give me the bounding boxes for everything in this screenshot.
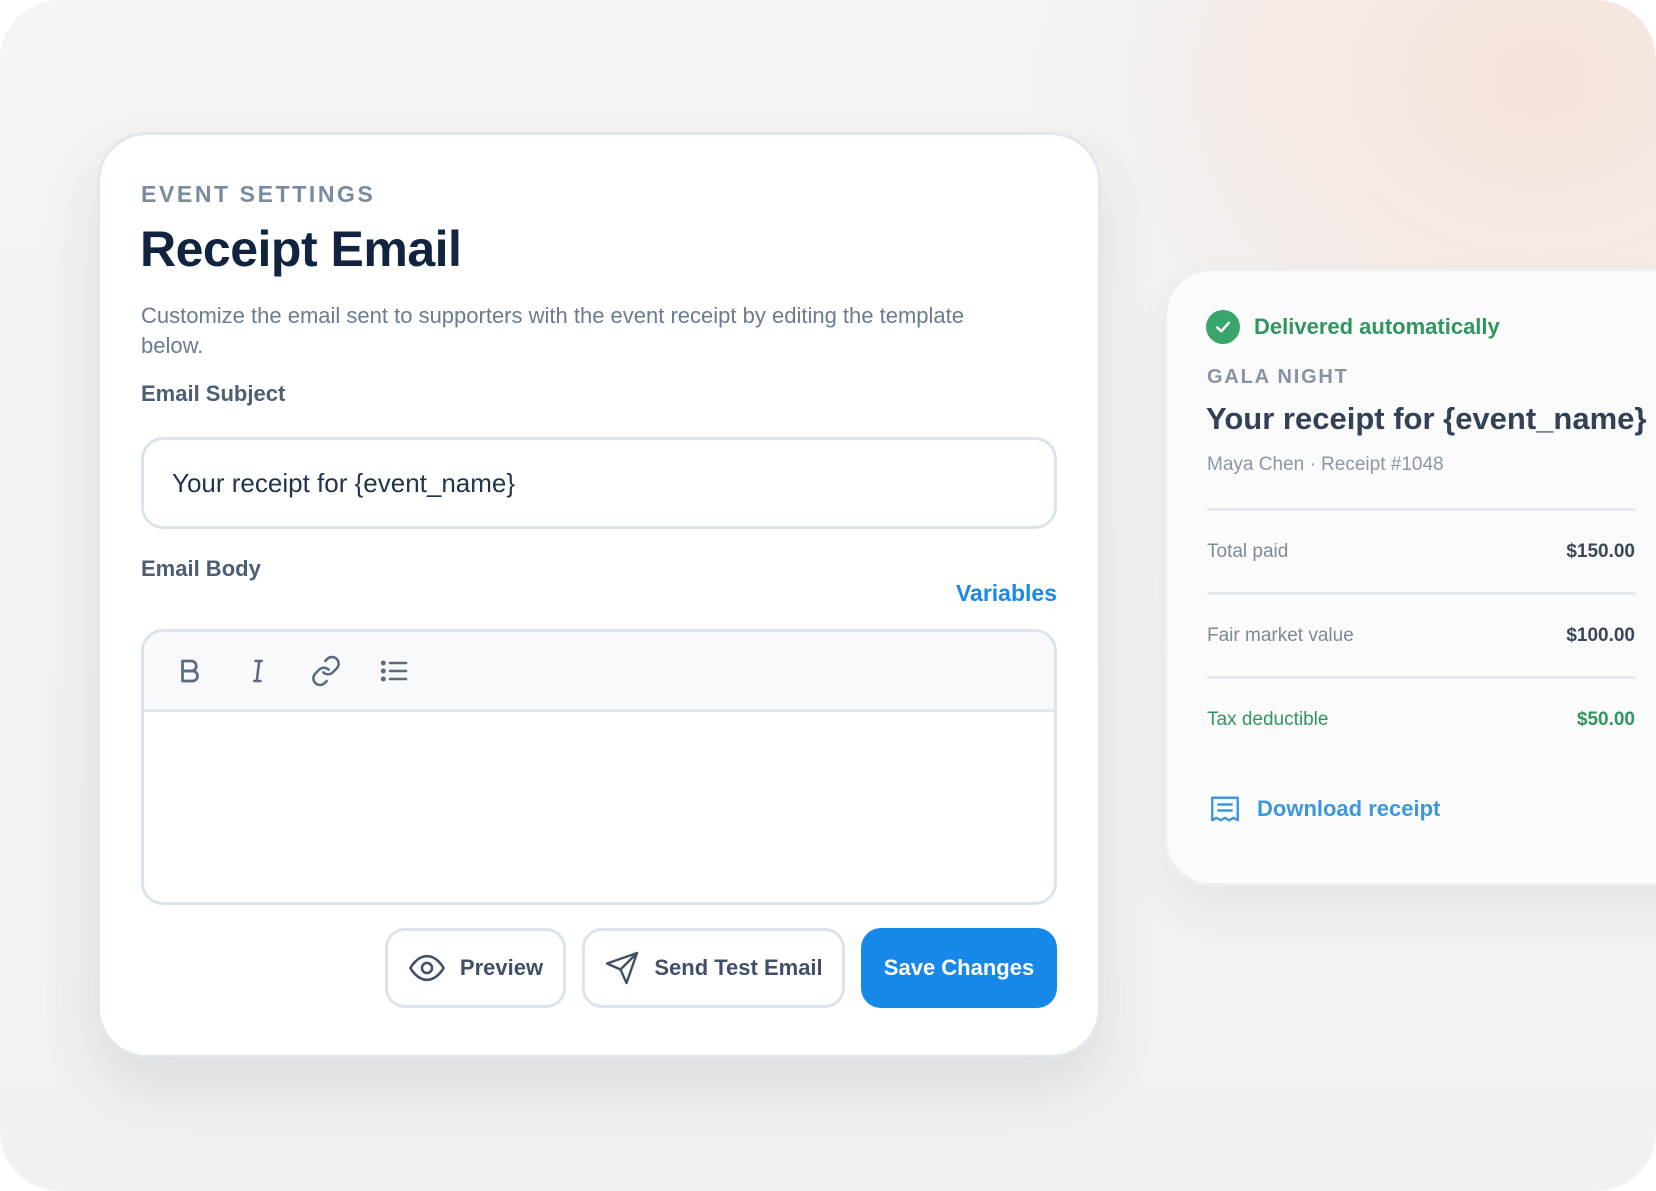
download-receipt-link[interactable]: Download receipt <box>1207 791 1440 827</box>
email-subject-label: Email Subject <box>141 381 286 406</box>
receipt-event-name: GALA NIGHT <box>1207 366 1349 388</box>
list-icon <box>380 660 408 681</box>
receipt-row-value: $150.00 <box>1566 540 1635 562</box>
background-canvas: EVENT SETTINGS Receipt Email Customize t… <box>0 0 1656 1191</box>
italic-icon <box>253 659 263 682</box>
email-body-textarea[interactable] <box>144 712 1054 902</box>
send-test-email-button[interactable]: Send Test Email <box>582 928 845 1008</box>
bold-icon <box>181 659 199 682</box>
receipt-row-label: Fair market value <box>1207 624 1354 646</box>
receipt-row-label: Total paid <box>1207 540 1289 562</box>
section-eyebrow: EVENT SETTINGS <box>141 181 376 207</box>
send-test-email-label: Send Test Email <box>654 955 823 980</box>
link-icon <box>312 655 340 686</box>
delivery-status: Delivered automatically <box>1206 310 1500 344</box>
list-button[interactable] <box>372 649 416 693</box>
delivery-status-text: Delivered automatically <box>1254 314 1500 339</box>
send-icon <box>606 951 639 985</box>
receipt-email-editor-card: EVENT SETTINGS Receipt Email Customize t… <box>97 132 1101 1058</box>
email-body-editor <box>141 629 1057 905</box>
link-button[interactable] <box>304 649 348 693</box>
page-description: Customize the email sent to supporters w… <box>141 303 964 358</box>
receipt-row-total-paid: Total paid $150.00 <box>1207 508 1635 592</box>
save-changes-button[interactable]: Save Changes <box>861 928 1057 1008</box>
italic-button[interactable] <box>236 649 280 693</box>
bold-button[interactable] <box>168 649 212 693</box>
receipt-row-fair-market-value: Fair market value $100.00 <box>1207 592 1635 676</box>
action-bar: Preview Send Test Email Save Changes <box>385 928 1057 1008</box>
page-title: Receipt Email <box>140 221 462 277</box>
variables-link[interactable]: Variables <box>956 580 1057 607</box>
receipt-meta: Maya Chen · Receipt #1048 <box>1207 454 1444 475</box>
receipt-row-value: $100.00 <box>1566 624 1635 646</box>
formatting-toolbar <box>144 632 1054 712</box>
eye-icon <box>409 954 445 982</box>
receipt-icon <box>1211 796 1239 822</box>
receipt-subject-preview: Your receipt for {event_name} <box>1206 401 1647 436</box>
receipt-preview-card: Delivered automatically GALA NIGHT Your … <box>1164 268 1656 886</box>
receipt-row-tax-deductible: Tax deductible $50.00 <box>1207 676 1635 760</box>
email-body-label: Email Body <box>141 556 261 581</box>
preview-label: Preview <box>459 955 544 980</box>
receipt-row-value: $50.00 <box>1576 708 1635 730</box>
check-circle-icon <box>1206 310 1240 344</box>
receipt-row-label: Tax deductible <box>1207 708 1329 730</box>
preview-button[interactable]: Preview <box>385 928 566 1008</box>
download-receipt-label: Download receipt <box>1257 796 1441 821</box>
email-subject-input[interactable] <box>141 437 1057 529</box>
